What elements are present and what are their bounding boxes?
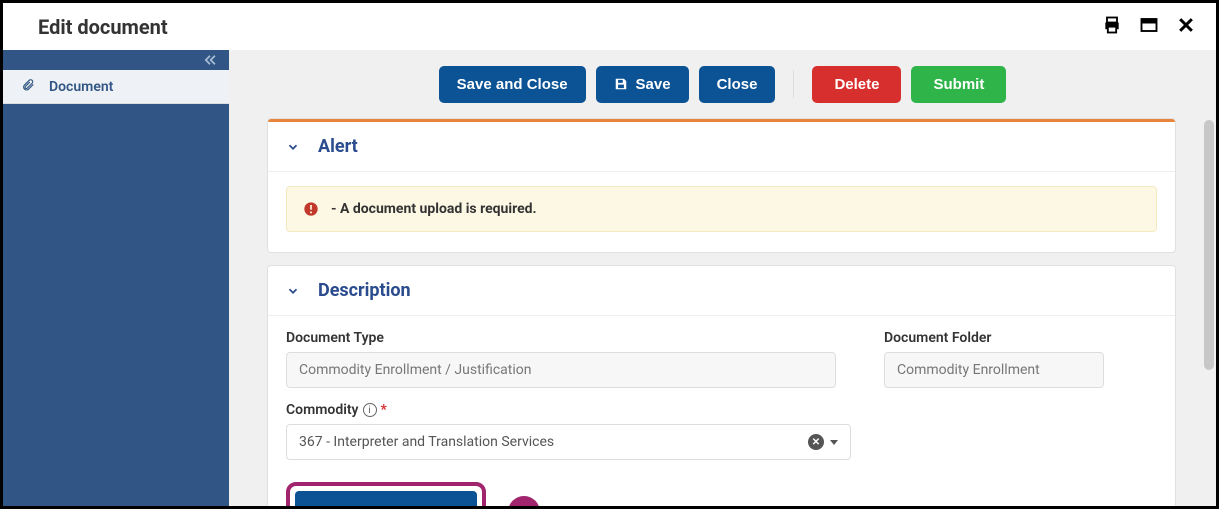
close-button[interactable]: Close <box>699 66 776 103</box>
scrollbar-thumb[interactable] <box>1204 120 1214 370</box>
toolbar: Save and Close Save Close Delete Submit <box>229 50 1216 118</box>
close-icon[interactable] <box>1176 15 1196 39</box>
manage-documents-button[interactable]: Manage Documents <box>295 491 477 506</box>
button-label: Submit <box>933 76 984 93</box>
dropdown-caret-icon[interactable] <box>830 440 838 445</box>
scrollbar[interactable] <box>1202 50 1216 506</box>
save-icon <box>614 77 628 91</box>
save-button[interactable]: Save <box>596 66 689 103</box>
save-and-close-button[interactable]: Save and Close <box>439 66 586 103</box>
alert-message-box: - A document upload is required. <box>286 186 1157 232</box>
description-card: Description Document Type Commodity Enro… <box>267 265 1176 506</box>
highlight-annotation: Manage Documents <box>286 482 486 506</box>
info-icon[interactable]: i <box>363 403 377 417</box>
doc-type-label: Document Type <box>286 330 836 346</box>
paperclip-icon <box>21 77 35 96</box>
sidebar-collapse-button[interactable] <box>3 50 229 70</box>
button-label: Delete <box>834 76 879 93</box>
section-title: Description <box>318 280 411 301</box>
error-icon <box>303 201 319 217</box>
submit-button[interactable]: Submit <box>911 66 1006 103</box>
sidebar-item-label: Document <box>49 79 113 95</box>
sidebar-background <box>3 104 229 506</box>
required-indicator: * <box>381 402 387 418</box>
description-card-header[interactable]: Description <box>268 266 1175 316</box>
chevron-down-icon <box>286 140 300 154</box>
button-label: Save <box>636 76 671 93</box>
alert-card-header[interactable]: Alert <box>268 122 1175 172</box>
chevron-down-icon <box>286 284 300 298</box>
button-label: Close <box>717 76 758 93</box>
field-value: Commodity Enrollment / Justification <box>299 362 532 378</box>
clear-icon[interactable]: ✕ <box>808 434 824 450</box>
page-title: Edit document <box>38 15 168 39</box>
step-badge: 12 <box>508 496 540 507</box>
sidebar-item-document[interactable]: Document <box>3 70 229 104</box>
print-icon[interactable] <box>1102 15 1122 39</box>
dialog-header: Edit document <box>3 3 1216 50</box>
section-title: Alert <box>318 136 358 157</box>
field-value: 367 - Interpreter and Translation Servic… <box>299 434 554 450</box>
field-value: Commodity Enrollment <box>897 362 1040 378</box>
maximize-icon[interactable] <box>1140 16 1158 38</box>
doc-folder-label: Document Folder <box>884 330 1104 346</box>
header-actions <box>1102 15 1196 39</box>
commodity-select[interactable]: 367 - Interpreter and Translation Servic… <box>286 424 851 460</box>
doc-folder-field: Commodity Enrollment <box>884 352 1104 388</box>
commodity-label: Commodity i * <box>286 402 1157 418</box>
button-label: Save and Close <box>457 76 568 93</box>
label-text: Commodity <box>286 402 359 418</box>
delete-button[interactable]: Delete <box>812 66 901 103</box>
content-area: Save and Close Save Close Delete Submit <box>229 50 1216 506</box>
alert-card: Alert - A document upload is required. <box>267 118 1176 253</box>
button-label: Manage Documents <box>315 503 457 506</box>
chevron-left-double-icon <box>203 54 217 66</box>
toolbar-divider <box>793 70 794 98</box>
alert-text: - A document upload is required. <box>331 201 537 217</box>
doc-type-field: Commodity Enrollment / Justification <box>286 352 836 388</box>
sidebar: Document <box>3 50 229 506</box>
